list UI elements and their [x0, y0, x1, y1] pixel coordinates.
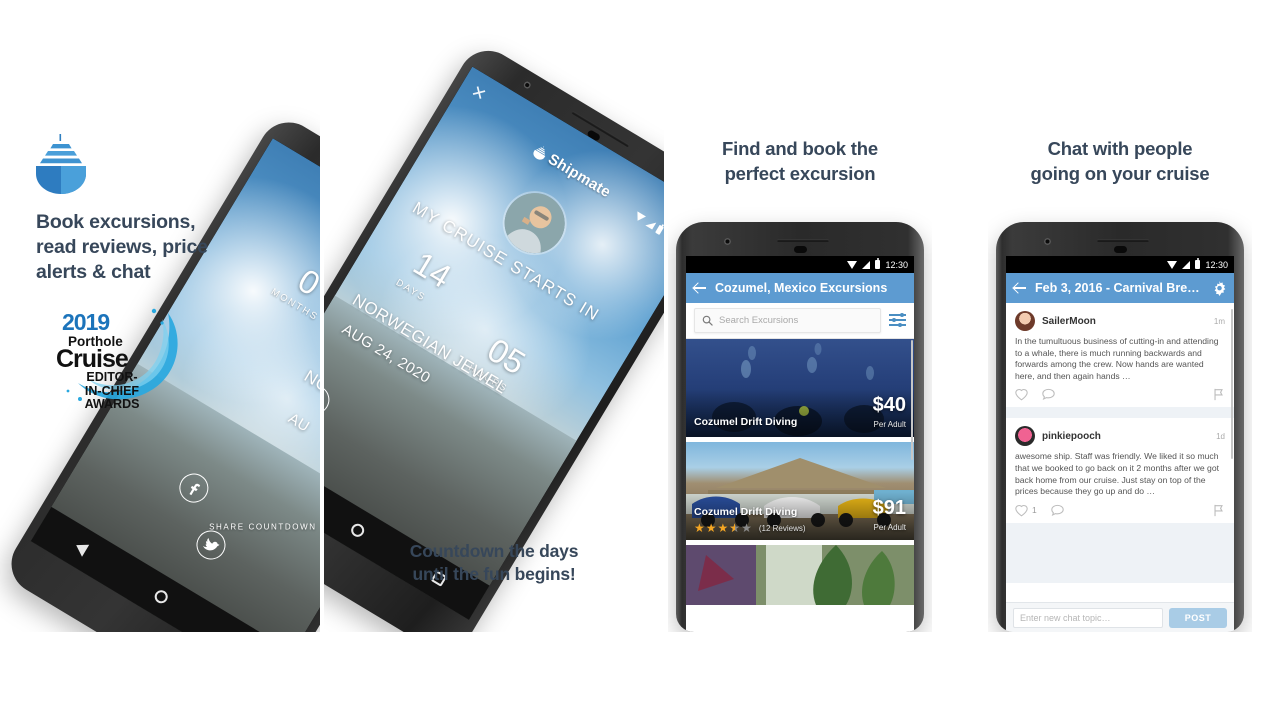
search-input[interactable]: Search Excursions: [694, 308, 881, 333]
status-time: 12:30: [1205, 259, 1228, 270]
chat-feed[interactable]: SailerMoon 1m In the tumultuous business…: [1006, 303, 1234, 632]
excursion-price: $40: [872, 394, 906, 416]
phone-chat: 12:30 Feb 3, 2016 - Carnival Bree… Saile…: [996, 222, 1244, 632]
award-badge: 2019 Porthole Cruise EDITOR- IN-CHIEF AW…: [42, 305, 182, 417]
app-bar: Feb 3, 2016 - Carnival Bree…: [1006, 273, 1234, 303]
excursion-card[interactable]: Cozumel Drift Diving $40 Per Adult: [686, 339, 914, 437]
earpiece-speaker: [777, 239, 829, 242]
signal-icon: [645, 218, 657, 230]
back-arrow-icon[interactable]: [1013, 281, 1027, 295]
comment-icon[interactable]: [1042, 388, 1055, 401]
star-icon: ★: [694, 521, 705, 535]
wifi-icon: [1167, 260, 1178, 269]
flag-icon[interactable]: [1212, 504, 1225, 517]
chat-post[interactable]: pinkiepooch 1d awesome ship. Staff was f…: [1006, 418, 1234, 523]
status-time: 12:30: [885, 259, 908, 270]
signal-icon: [1182, 260, 1191, 269]
like-count: 1: [1032, 505, 1037, 516]
proximity-sensor: [1114, 246, 1127, 253]
chat-composer: Enter new chat topic… POST: [1006, 602, 1234, 632]
excursion-card[interactable]: [686, 545, 914, 605]
nav-home-icon[interactable]: [349, 520, 367, 539]
signal-icon: [862, 260, 871, 269]
proximity-sensor: [794, 246, 807, 253]
app-bar: Cozumel, Mexico Excursions: [686, 273, 914, 303]
excursion-card[interactable]: Cozumel Drift Diving ★ ★ ★ ★ ★ ★ (12 Rev…: [686, 442, 914, 540]
excursion-image: [686, 545, 914, 605]
heart-icon[interactable]: [1015, 388, 1028, 401]
panel1-headline: Book excursions, read reviews, price ale…: [36, 211, 208, 283]
search-icon: [702, 315, 713, 326]
nav-back-icon[interactable]: [72, 539, 90, 557]
excursion-name: Cozumel Drift Diving: [694, 506, 798, 518]
nav-home-icon[interactable]: [152, 587, 171, 606]
status-bar: 12:30: [1006, 256, 1234, 273]
panel-chat: Chat with people going on your cruise 12…: [988, 0, 1252, 632]
phone-excursions: 12:30 Cozumel, Mexico Excursions Search …: [676, 222, 924, 632]
chat-topic-input[interactable]: Enter new chat topic…: [1013, 607, 1163, 628]
flag-icon[interactable]: [1212, 388, 1225, 401]
badge-award-text: EDITOR- IN-CHIEF AWARDS: [84, 370, 140, 411]
chat-message: awesome ship. Staff was friendly. We lik…: [1015, 451, 1219, 497]
wifi-icon: [847, 260, 858, 269]
chat-post[interactable]: SailerMoon 1m In the tumultuous business…: [1006, 303, 1234, 408]
excursion-price: $91: [872, 497, 906, 519]
chat-timestamp: 1m: [1213, 316, 1225, 326]
star-icon: ★: [741, 521, 752, 535]
badge-year: 2019: [62, 309, 110, 335]
post-button[interactable]: POST: [1169, 607, 1227, 628]
panel4-heading: Chat with people going on your cruise: [1030, 138, 1210, 184]
battery-icon: [655, 224, 664, 235]
front-camera-icon: [724, 238, 731, 245]
battery-icon: [875, 258, 881, 269]
avatar: [1015, 311, 1035, 331]
chat-divider: [1006, 407, 1234, 419]
gear-icon[interactable]: [1212, 280, 1227, 296]
ship-logo-icon: [34, 133, 88, 195]
search-row: Search Excursions: [686, 303, 914, 339]
star-half-icon: ★ ★: [729, 521, 741, 535]
screenshot-root: 0 MONTHS NOR AU SHARE COUNTDOWN Book exc…: [0, 0, 1280, 720]
excursion-name: Cozumel Drift Diving: [694, 416, 798, 428]
chat-username: pinkiepooch: [1042, 430, 1101, 442]
battery-icon: [1195, 258, 1201, 269]
chat-timestamp: 1d: [1216, 431, 1225, 441]
chat-username: SailerMoon: [1042, 315, 1096, 327]
chat-message: In the tumultuous business of cutting-in…: [1015, 336, 1219, 381]
status-bar: 12:30: [686, 256, 914, 273]
panel2-caption: Countdown the days until the fun begins!: [409, 541, 579, 584]
excursion-rating: ★ ★ ★ ★ ★ ★ (12 Reviews): [694, 522, 806, 534]
excursion-price-unit: Per Adult: [873, 420, 906, 429]
app-bar-title: Cozumel, Mexico Excursions: [715, 281, 888, 295]
earpiece-speaker: [1097, 239, 1149, 242]
heart-icon[interactable]: [1015, 504, 1028, 517]
front-camera-icon: [522, 80, 533, 90]
excursion-reviews: (12 Reviews): [758, 523, 806, 533]
star-icon: ★: [705, 521, 717, 535]
scrollbar[interactable]: [1231, 309, 1233, 459]
chat-input-placeholder: Enter new chat topic…: [1020, 612, 1111, 623]
panel-countdown: ✕ Shipmate MY CRUISE STARTS IN 14 DAYS 0…: [324, 0, 664, 632]
avatar: [1015, 426, 1035, 447]
scrollbar[interactable]: [911, 340, 913, 460]
star-icon: ★: [717, 521, 729, 535]
chat-spacer: [1006, 522, 1234, 583]
excursion-price-unit: Per Adult: [873, 523, 906, 532]
search-placeholder: Search Excursions: [719, 315, 799, 326]
app-bar-title: Feb 3, 2016 - Carnival Bree…: [1035, 281, 1204, 295]
comment-icon[interactable]: [1051, 504, 1064, 517]
panel-excursions: Find and book the perfect excursion 12:3…: [668, 0, 932, 632]
back-arrow-icon[interactable]: [693, 281, 707, 295]
share-countdown-label: SHARE COUNTDOWN: [209, 522, 317, 532]
filter-icon[interactable]: [889, 313, 906, 327]
front-camera-icon: [1044, 238, 1051, 245]
panel-book-excursions: 0 MONTHS NOR AU SHARE COUNTDOWN Book exc…: [0, 0, 320, 632]
panel3-heading: Find and book the perfect excursion: [722, 138, 878, 184]
